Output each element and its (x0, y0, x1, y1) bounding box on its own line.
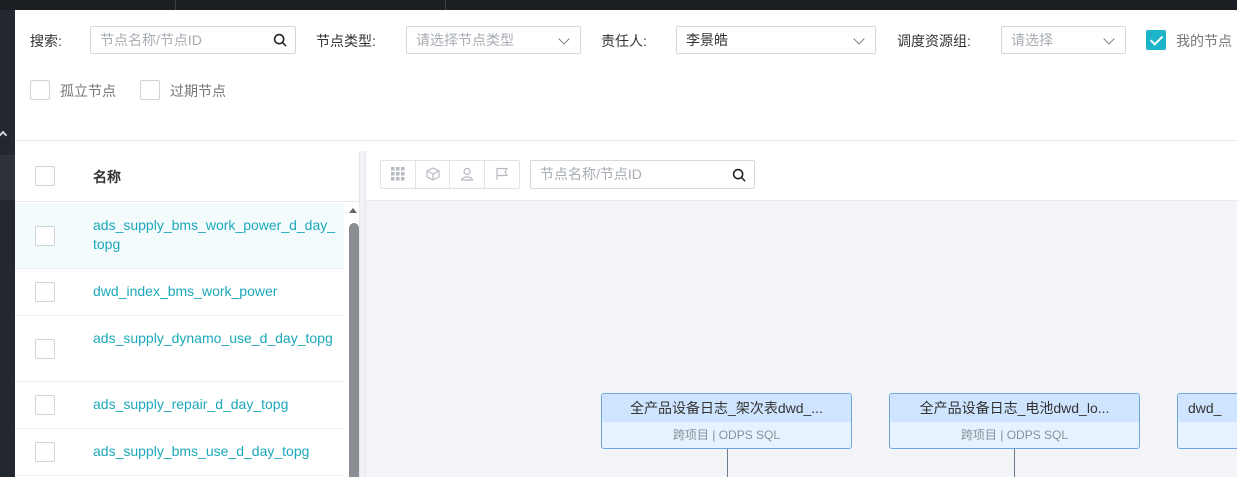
list-scrollbar[interactable] (346, 202, 360, 477)
list-header: 名称 (15, 151, 359, 202)
select-all-checkbox[interactable] (35, 166, 55, 186)
flag-icon (495, 167, 508, 180)
tab-separator (445, 0, 446, 10)
graph-search-placeholder: 节点名称/节点ID (540, 166, 642, 182)
owner-filter-button[interactable] (450, 161, 485, 188)
graph-search-input[interactable]: 节点名称/节点ID (530, 160, 755, 189)
tab-separator (175, 0, 176, 10)
resource-group-select[interactable]: 请选择 (1001, 26, 1126, 54)
expired-nodes-checkbox[interactable] (140, 80, 160, 100)
node-name-link[interactable]: dwd_index_bms_work_power (93, 282, 338, 301)
node-type-select[interactable]: 请选择节点类型 (406, 26, 581, 54)
search-input[interactable]: 节点名称/节点ID (90, 26, 296, 54)
resource-group-label: 调度资源组: (897, 33, 971, 49)
node-title: dwd_ (1178, 394, 1237, 422)
owner-label: 责任人: (601, 33, 647, 49)
dag-canvas[interactable]: 节点名称/节点ID 全产品设备日志_架次表dwd_... 跨项目 | ODPS … (366, 151, 1237, 477)
grid-layout-button[interactable] (381, 161, 416, 188)
chevron-up-icon[interactable] (0, 130, 8, 140)
my-nodes-checkbox[interactable] (1146, 30, 1166, 50)
graph-tool-buttons (380, 160, 520, 189)
top-window-bar (0, 0, 1237, 10)
expired-nodes-label: 过期节点 (170, 83, 226, 99)
panel-splitter[interactable] (359, 151, 366, 477)
chevron-down-icon (558, 33, 570, 45)
dag-edge (727, 449, 728, 477)
chevron-down-icon (853, 33, 865, 45)
filter-bar: 搜索: 节点名称/节点ID 节点类型: 请选择节点类型 责任人: 李景皓 调度资… (15, 10, 1237, 141)
dag-edge (1014, 449, 1015, 477)
table-row[interactable]: ads_supply_bms_work_power_d_day_topg (15, 203, 344, 269)
node-list: 名称 ads_supply_bms_work_power_d_day_topg … (15, 151, 360, 477)
search-icon[interactable] (273, 33, 287, 47)
package-button[interactable] (416, 161, 450, 188)
search-placeholder: 节点名称/节点ID (100, 32, 202, 48)
node-subtitle (1178, 422, 1237, 448)
node-name-link[interactable]: ads_supply_bms_use_d_day_topg (93, 442, 338, 461)
my-nodes-label: 我的节点 (1176, 33, 1232, 49)
row-checkbox[interactable] (35, 282, 55, 302)
dag-node[interactable]: dwd_ (1177, 393, 1237, 449)
table-row[interactable]: ads_supply_repair_d_day_topg (15, 382, 344, 429)
resource-group-placeholder: 请选择 (1011, 32, 1053, 48)
scrollbar-thumb[interactable] (349, 223, 359, 477)
user-icon (460, 167, 474, 181)
node-title: 全产品设备日志_电池dwd_lo... (890, 394, 1139, 422)
dag-node[interactable]: 全产品设备日志_架次表dwd_... 跨项目 | ODPS SQL (601, 393, 852, 449)
search-label: 搜索: (30, 33, 62, 49)
row-checkbox[interactable] (35, 339, 55, 359)
flag-button[interactable] (485, 161, 519, 188)
grid-icon (391, 167, 405, 181)
table-row[interactable]: ads_supply_dynamo_use_d_day_topg (15, 316, 344, 382)
table-row[interactable]: dwd_index_bms_work_power (15, 269, 344, 316)
scroll-up-icon[interactable] (349, 208, 357, 213)
cube-icon (425, 167, 440, 181)
owner-value: 李景皓 (686, 32, 728, 48)
node-subtitle: 跨项目 | ODPS SQL (960, 428, 1069, 442)
node-name-link[interactable]: ads_supply_dynamo_use_d_day_topg (93, 329, 338, 348)
dag-node[interactable]: 全产品设备日志_电池dwd_lo... 跨项目 | ODPS SQL (889, 393, 1140, 449)
nav-item-selected[interactable] (0, 155, 15, 200)
name-column-header: 名称 (93, 169, 121, 185)
owner-select[interactable]: 李景皓 (676, 26, 876, 54)
node-name-link[interactable]: ads_supply_repair_d_day_topg (93, 395, 338, 414)
isolated-nodes-checkbox[interactable] (30, 80, 50, 100)
node-name-link[interactable]: ads_supply_bms_work_power_d_day_topg (93, 216, 338, 254)
node-type-label: 节点类型: (316, 33, 376, 49)
table-row[interactable]: ads_supply_bms_use_d_day_topg (15, 429, 344, 476)
row-checkbox[interactable] (35, 226, 55, 246)
chevron-down-icon (1103, 33, 1115, 45)
isolated-nodes-label: 孤立节点 (60, 83, 116, 99)
graph-toolbar: 节点名称/节点ID (366, 151, 1237, 201)
left-nav-rail (0, 10, 15, 477)
main-panel: 搜索: 节点名称/节点ID 节点类型: 请选择节点类型 责任人: 李景皓 调度资… (15, 10, 1237, 477)
node-subtitle: 跨项目 | ODPS SQL (672, 428, 781, 442)
node-title: 全产品设备日志_架次表dwd_... (602, 394, 851, 422)
row-checkbox[interactable] (35, 442, 55, 462)
row-checkbox[interactable] (35, 395, 55, 415)
search-icon[interactable] (732, 168, 746, 182)
node-type-placeholder: 请选择节点类型 (416, 32, 514, 48)
